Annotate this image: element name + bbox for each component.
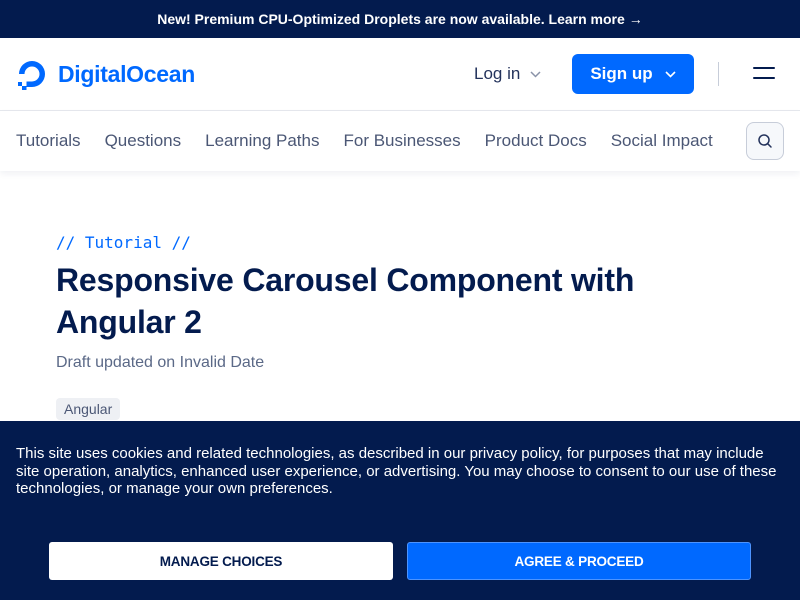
promo-banner[interactable]: New! Premium CPU-Optimized Droplets are … [0, 0, 800, 38]
nav-item-product-docs[interactable]: Product Docs [485, 131, 587, 151]
nav-item-questions[interactable]: Questions [105, 131, 182, 151]
nav-item-learning-paths[interactable]: Learning Paths [205, 131, 319, 151]
chevron-down-icon [530, 67, 541, 81]
login-label: Log in [474, 64, 521, 83]
header-divider [718, 62, 719, 86]
cookie-text: This site uses cookies and related techn… [16, 445, 777, 497]
signup-button[interactable]: Sign up [572, 54, 694, 94]
logo-text: DigitalOcean [58, 60, 195, 87]
manage-choices-button[interactable]: MANAGE CHOICES [49, 542, 393, 580]
promo-text[interactable]: New! Premium CPU-Optimized Droplets are … [157, 11, 625, 27]
site-header: DigitalOcean Log in Sign up [0, 38, 800, 111]
signup-label: Sign up [590, 64, 653, 83]
nav-item-social-impact[interactable]: Social Impact [611, 131, 713, 151]
nav-item-tutorials[interactable]: Tutorials [16, 131, 81, 151]
article-meta: Draft updated on Invalid Date [56, 354, 265, 371]
cookie-banner: This site uses cookies and related techn… [0, 421, 800, 600]
logo-link[interactable]: DigitalOcean [16, 58, 195, 90]
page-title: Responsive Carousel Component with Angul… [56, 262, 635, 340]
hamburger-menu-icon[interactable] [753, 66, 775, 82]
secondary-nav: Tutorials Questions Learning Paths For B… [0, 111, 800, 171]
login-menu[interactable]: Log in [474, 64, 541, 84]
chevron-down-icon [665, 67, 676, 81]
article-eyebrow: // Tutorial // [56, 233, 191, 252]
tag-angular[interactable]: Angular [56, 398, 121, 420]
agree-proceed-button[interactable]: AGREE & PROCEED [407, 542, 751, 580]
nav-item-for-businesses[interactable]: For Businesses [343, 131, 460, 151]
search-icon [758, 134, 772, 148]
search-button[interactable] [746, 122, 784, 160]
arrow-right-icon: → [628, 11, 643, 27]
digitalocean-logo-icon [18, 61, 45, 90]
